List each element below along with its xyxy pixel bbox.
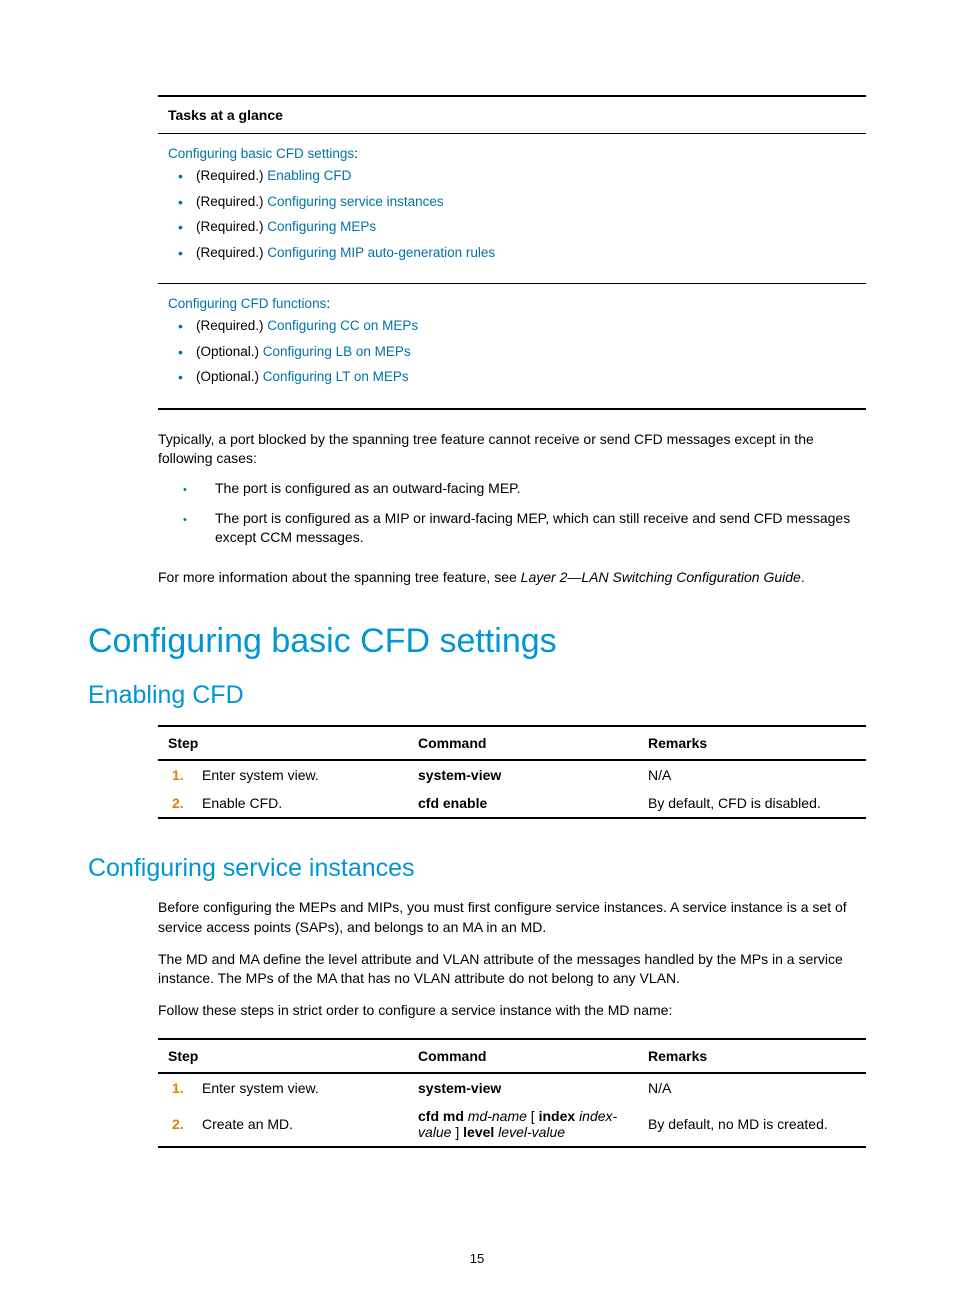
paragraph: Follow these steps in strict order to co… xyxy=(158,1001,866,1021)
table-row: 2.Enable CFD. cfd enable By default, CFD… xyxy=(158,789,866,817)
page-number: 15 xyxy=(0,1251,954,1266)
link-cfd-functions[interactable]: Configuring CFD functions xyxy=(168,296,326,311)
table-row: 2.Create an MD. cfd md md-name [ index i… xyxy=(158,1102,866,1146)
task-item: (Required.) Configuring MEPs xyxy=(168,218,856,236)
step-table-2: Step Command Remarks 1.Enter system view… xyxy=(158,1038,866,1148)
task-item: (Required.) Configuring CC on MEPs xyxy=(168,317,856,335)
link-enabling-cfd[interactable]: Enabling CFD xyxy=(267,168,351,183)
step-table-1: Step Command Remarks 1.Enter system view… xyxy=(158,725,866,819)
task-item: (Required.) Configuring MIP auto-generat… xyxy=(168,244,856,262)
tasks-section-1: Configuring basic CFD settings: (Require… xyxy=(158,134,866,283)
bullet-item: The port is configured as a MIP or inwar… xyxy=(183,509,866,548)
table-row: 1.Enter system view. system-view N/A xyxy=(158,761,866,789)
link-mip-rules[interactable]: Configuring MIP auto-generation rules xyxy=(267,245,495,260)
paragraph: The MD and MA define the level attribute… xyxy=(158,950,866,989)
tasks-header: Tasks at a glance xyxy=(158,97,866,134)
heading-service-instances: Configuring service instances xyxy=(88,854,866,883)
paragraph: For more information about the spanning … xyxy=(158,568,866,588)
paragraph: Before configuring the MEPs and MIPs, yo… xyxy=(158,898,866,937)
heading-basic-cfd: Configuring basic CFD settings xyxy=(88,622,866,661)
body-bullet-list: The port is configured as an outward-fac… xyxy=(183,479,866,548)
cmd-cell: system-view xyxy=(418,1080,648,1096)
tasks-section-2: Configuring CFD functions: (Required.) C… xyxy=(158,284,866,408)
task-item: (Optional.) Configuring LT on MEPs xyxy=(168,368,856,386)
table-header-row: Step Command Remarks xyxy=(158,727,866,761)
tasks-table: Tasks at a glance Configuring basic CFD … xyxy=(158,95,866,410)
task-item: (Required.) Configuring service instance… xyxy=(168,193,856,211)
link-service-instances[interactable]: Configuring service instances xyxy=(267,194,443,209)
cmd-cell: cfd md md-name [ index index-value ] lev… xyxy=(418,1108,648,1140)
table-header-row: Step Command Remarks xyxy=(158,1040,866,1074)
link-cc-meps[interactable]: Configuring CC on MEPs xyxy=(267,318,418,333)
paragraph: Typically, a port blocked by the spannin… xyxy=(158,430,866,469)
link-meps[interactable]: Configuring MEPs xyxy=(267,219,376,234)
heading-enabling-cfd: Enabling CFD xyxy=(88,681,866,710)
link-lt-meps[interactable]: Configuring LT on MEPs xyxy=(263,369,409,384)
link-lb-meps[interactable]: Configuring LB on MEPs xyxy=(263,344,411,359)
task-item: (Required.) Enabling CFD xyxy=(168,167,856,185)
task-item: (Optional.) Configuring LB on MEPs xyxy=(168,343,856,361)
table-row: 1.Enter system view. system-view N/A xyxy=(158,1074,866,1102)
bullet-item: The port is configured as an outward-fac… xyxy=(183,479,866,499)
link-basic-cfd[interactable]: Configuring basic CFD settings xyxy=(168,146,354,161)
